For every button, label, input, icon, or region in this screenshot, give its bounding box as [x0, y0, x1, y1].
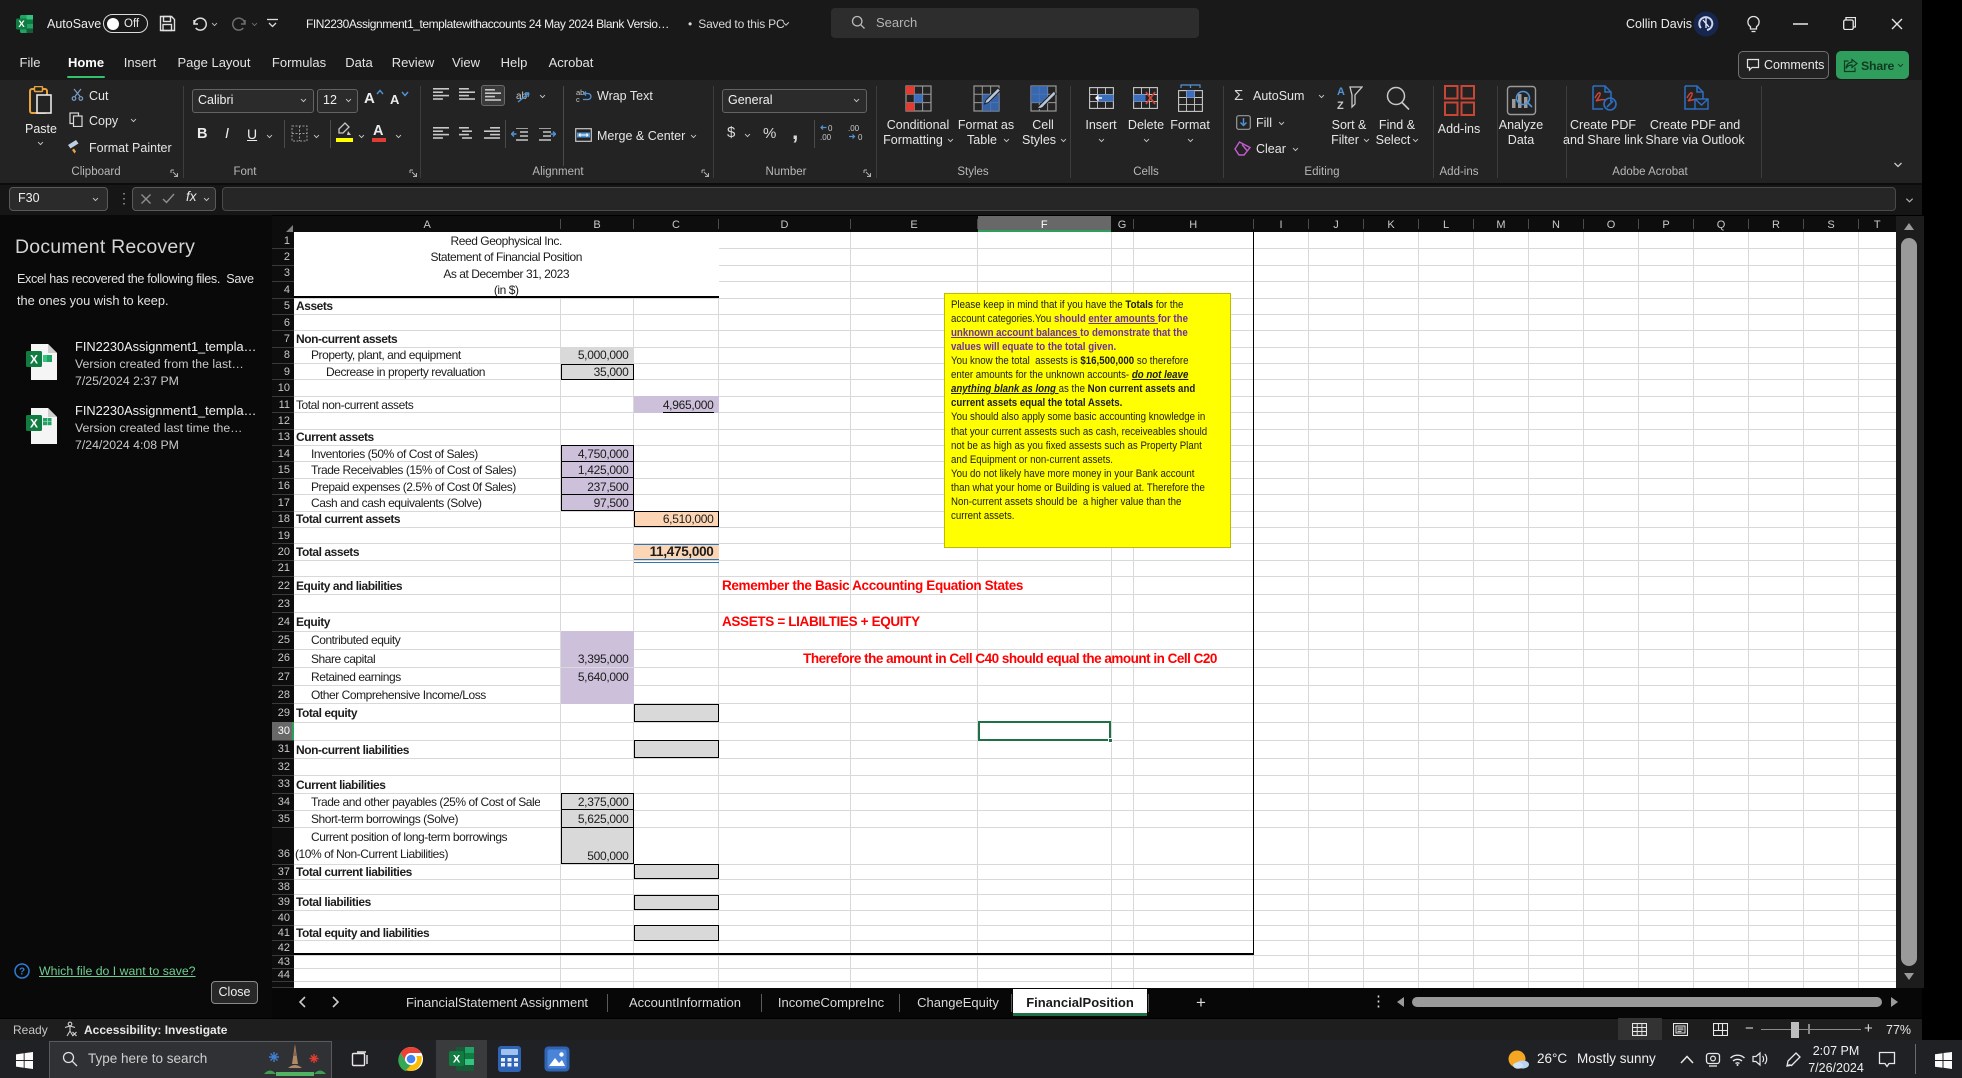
svg-text:0: 0	[828, 124, 833, 133]
svg-text:X: X	[30, 353, 38, 367]
svg-text:?: ?	[19, 967, 25, 978]
svg-text:X: X	[18, 19, 25, 30]
svg-text:Z: Z	[1337, 100, 1344, 111]
svg-text:.00: .00	[820, 133, 832, 141]
svg-text:A: A	[1337, 86, 1345, 98]
svg-text:c: c	[576, 95, 580, 103]
svg-text:X: X	[30, 417, 38, 431]
svg-text:X: X	[453, 1054, 461, 1066]
svg-text:.00: .00	[848, 124, 860, 133]
svg-text:0: 0	[858, 133, 863, 141]
